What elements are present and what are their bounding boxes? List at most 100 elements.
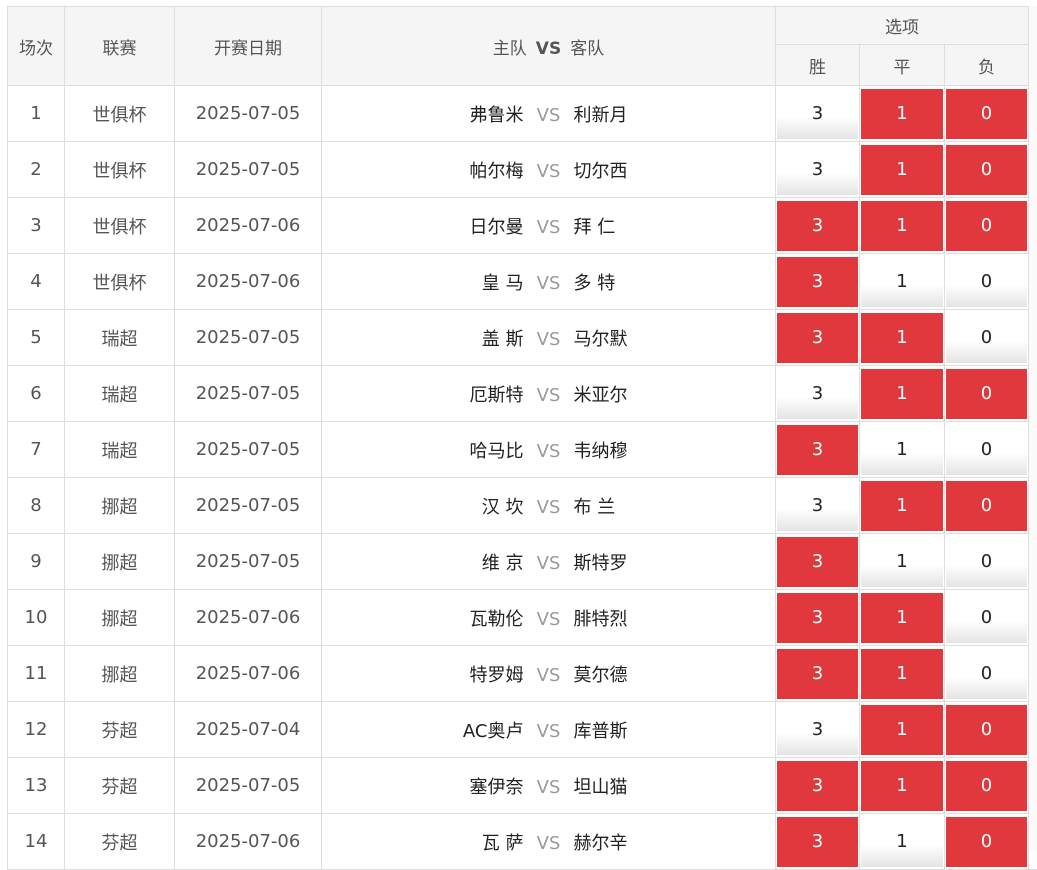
option-cell-loss: 0 xyxy=(945,478,1029,534)
option-cell-loss: 0 xyxy=(945,254,1029,310)
option-loss-button[interactable]: 0 xyxy=(946,817,1027,867)
option-draw-button[interactable]: 1 xyxy=(861,481,943,531)
scrollbar[interactable] xyxy=(1029,6,1037,851)
table-row: 10挪超2025-07-06瓦勒伦VS腓特烈310 xyxy=(8,590,1037,646)
table-row: 9挪超2025-07-05维 京VS斯特罗310 xyxy=(8,534,1037,590)
option-draw-button[interactable]: 1 xyxy=(861,649,943,699)
option-cell-draw: 1 xyxy=(860,590,945,646)
option-draw-button[interactable]: 1 xyxy=(861,89,943,139)
option-cell-loss: 0 xyxy=(945,366,1029,422)
match-league: 芬超 xyxy=(65,702,175,758)
option-win-button[interactable]: 3 xyxy=(777,145,858,195)
match-number: 11 xyxy=(8,646,65,702)
option-cell-draw: 1 xyxy=(860,422,945,478)
option-draw-button[interactable]: 1 xyxy=(861,705,943,755)
match-number: 6 xyxy=(8,366,65,422)
match-number: 4 xyxy=(8,254,65,310)
option-win-button[interactable]: 3 xyxy=(777,257,858,307)
option-win-button[interactable]: 3 xyxy=(777,817,858,867)
option-loss-button[interactable]: 0 xyxy=(946,369,1027,419)
option-cell-win: 3 xyxy=(776,198,860,254)
option-draw-button[interactable]: 1 xyxy=(861,257,943,307)
table-row: 13芬超2025-07-05塞伊奈VS坦山猫310 xyxy=(8,758,1037,814)
option-cell-draw: 1 xyxy=(860,478,945,534)
option-loss-button[interactable]: 0 xyxy=(946,257,1027,307)
option-loss-button[interactable]: 0 xyxy=(946,481,1027,531)
vs-label: VS xyxy=(524,777,574,798)
option-loss-button[interactable]: 0 xyxy=(946,145,1027,195)
option-win-button[interactable]: 3 xyxy=(777,761,858,811)
option-win-button[interactable]: 3 xyxy=(777,649,858,699)
option-loss-button[interactable]: 0 xyxy=(946,201,1027,251)
option-draw-button[interactable]: 1 xyxy=(861,425,943,475)
home-team: AC奥卢 xyxy=(324,717,524,743)
option-cell-draw: 1 xyxy=(860,534,945,590)
option-win-button[interactable]: 3 xyxy=(777,201,858,251)
option-cell-loss: 0 xyxy=(945,758,1029,814)
option-draw-button[interactable]: 1 xyxy=(861,817,943,867)
option-draw-button[interactable]: 1 xyxy=(861,537,943,587)
option-cell-loss: 0 xyxy=(945,310,1029,366)
match-league: 世俱杯 xyxy=(65,142,175,198)
option-win-button[interactable]: 3 xyxy=(777,89,858,139)
option-win-button[interactable]: 3 xyxy=(777,425,858,475)
option-cell-loss: 0 xyxy=(945,590,1029,646)
option-win-button[interactable]: 3 xyxy=(777,369,858,419)
option-cell-win: 3 xyxy=(776,254,860,310)
match-number: 5 xyxy=(8,310,65,366)
option-draw-button[interactable]: 1 xyxy=(861,201,943,251)
away-team: 库普斯 xyxy=(574,717,774,743)
option-loss-button[interactable]: 0 xyxy=(946,705,1027,755)
option-loss-button[interactable]: 0 xyxy=(946,761,1027,811)
option-cell-win: 3 xyxy=(776,534,860,590)
match-teams: 盖 斯VS马尔默 xyxy=(322,310,776,366)
option-win-button[interactable]: 3 xyxy=(777,313,858,363)
option-loss-button[interactable]: 0 xyxy=(946,537,1027,587)
option-cell-loss: 0 xyxy=(945,814,1029,870)
option-draw-button[interactable]: 1 xyxy=(861,369,943,419)
away-team: 腓特烈 xyxy=(574,605,774,631)
away-team: 坦山猫 xyxy=(574,773,774,799)
option-win-button[interactable]: 3 xyxy=(777,481,858,531)
option-cell-win: 3 xyxy=(776,590,860,646)
option-cell-draw: 1 xyxy=(860,758,945,814)
match-number: 12 xyxy=(8,702,65,758)
match-date: 2025-07-06 xyxy=(175,254,322,310)
match-date: 2025-07-05 xyxy=(175,366,322,422)
home-team: 盖 斯 xyxy=(324,325,524,351)
match-date: 2025-07-05 xyxy=(175,478,322,534)
table-row: 8挪超2025-07-05汉 坎VS布 兰310 xyxy=(8,478,1037,534)
match-date: 2025-07-06 xyxy=(175,590,322,646)
option-win-button[interactable]: 3 xyxy=(777,705,858,755)
header-teams: 主队VS客队 xyxy=(322,7,776,86)
match-league: 挪超 xyxy=(65,646,175,702)
option-loss-button[interactable]: 0 xyxy=(946,313,1027,363)
match-teams: 皇 马VS多 特 xyxy=(322,254,776,310)
option-loss-button[interactable]: 0 xyxy=(946,649,1027,699)
vs-label: VS xyxy=(524,161,574,182)
option-cell-win: 3 xyxy=(776,142,860,198)
match-teams: 塞伊奈VS坦山猫 xyxy=(322,758,776,814)
option-draw-button[interactable]: 1 xyxy=(861,761,943,811)
option-loss-button[interactable]: 0 xyxy=(946,89,1027,139)
match-teams: 瓦 萨VS赫尔辛 xyxy=(322,814,776,870)
option-loss-button[interactable]: 0 xyxy=(946,425,1027,475)
match-number: 10 xyxy=(8,590,65,646)
option-draw-button[interactable]: 1 xyxy=(861,313,943,363)
vs-label: VS xyxy=(524,721,574,742)
vs-label: VS xyxy=(524,329,574,350)
match-date: 2025-07-06 xyxy=(175,198,322,254)
option-draw-button[interactable]: 1 xyxy=(861,593,943,643)
option-loss-button[interactable]: 0 xyxy=(946,593,1027,643)
match-table: 场次 联赛 开赛日期 主队VS客队 选项 胜 平 负 1世俱杯2025-07-0… xyxy=(7,6,1037,870)
match-date: 2025-07-05 xyxy=(175,534,322,590)
option-cell-draw: 1 xyxy=(860,310,945,366)
option-win-button[interactable]: 3 xyxy=(777,593,858,643)
match-date: 2025-07-05 xyxy=(175,758,322,814)
option-cell-win: 3 xyxy=(776,758,860,814)
option-win-button[interactable]: 3 xyxy=(777,537,858,587)
vs-label: VS xyxy=(524,665,574,686)
header-draw: 平 xyxy=(860,45,945,86)
match-league: 芬超 xyxy=(65,814,175,870)
option-draw-button[interactable]: 1 xyxy=(861,145,943,195)
